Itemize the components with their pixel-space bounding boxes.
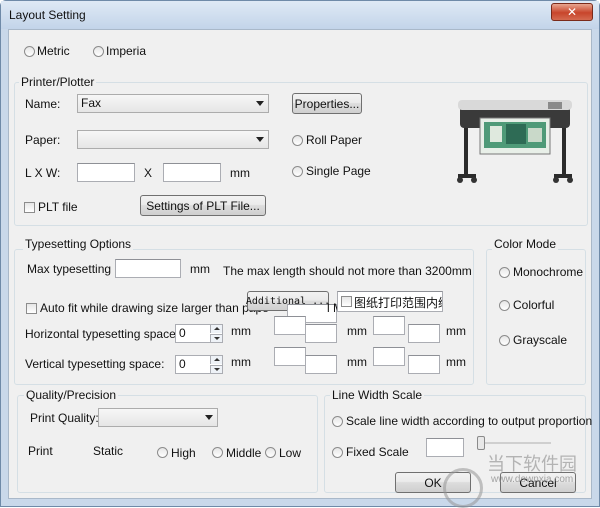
grayscale-label: Grayscale <box>513 333 568 347</box>
shrink-print-checkbox[interactable] <box>341 296 352 307</box>
watermark-url: www.downxia.com <box>491 474 574 485</box>
static-label: Static <box>93 444 124 458</box>
imperial-label: Imperia <box>106 44 147 58</box>
autofit-label: Auto fit while drawing size larger than … <box>40 301 269 315</box>
chevron-down-icon <box>205 415 213 420</box>
horizontal-space-stepper[interactable]: 0 <box>175 324 223 343</box>
vertical-space-unit: mm <box>231 355 251 369</box>
shrink-print-field[interactable]: 图纸打印范围内缩 <box>337 291 443 312</box>
high-radio[interactable] <box>157 447 168 458</box>
max-typesetting-input[interactable] <box>115 259 181 278</box>
printer-name-select[interactable]: Fax <box>77 94 269 113</box>
title-bar[interactable]: Layout Setting ✕ <box>1 1 599 29</box>
line-width-group-title: Line Width Scale <box>330 388 425 402</box>
single-page-radio[interactable] <box>292 166 303 177</box>
fixed-scale-label: Fixed Scale <box>346 445 409 459</box>
window-title: Layout Setting <box>9 8 86 22</box>
metric-label: Metric <box>37 44 70 58</box>
horizontal-extra-input-4[interactable] <box>408 324 440 343</box>
scale-slider-track[interactable] <box>485 442 551 444</box>
max-length-note: The max length should not more than 3200… <box>223 264 472 278</box>
typesetting-group-title: Typesetting Options <box>23 237 134 251</box>
properties-button[interactable]: Properties... <box>292 93 362 114</box>
proportion-label: Scale line width according to output pro… <box>346 414 593 428</box>
horizontal-extra-unit-1: mm <box>347 324 367 338</box>
printer-name-value: Fax <box>81 96 102 110</box>
roll-paper-radio[interactable] <box>292 135 303 146</box>
monochrome-radio[interactable] <box>499 267 510 278</box>
stepper-up-icon[interactable] <box>210 356 222 364</box>
width-input[interactable] <box>163 163 221 182</box>
fixed-scale-input[interactable] <box>426 438 464 457</box>
dialog-body: Metric Imperia Printer/Plotter Name: Fax… <box>8 29 593 508</box>
middle-radio[interactable] <box>212 447 223 458</box>
autofit-checkbox[interactable] <box>26 303 37 314</box>
vertical-extra-unit-2: mm <box>446 355 466 369</box>
vertical-extra-input-1[interactable] <box>274 347 306 366</box>
horizontal-extra-unit-2: mm <box>446 324 466 338</box>
horizontal-space-label: Horizontal typesetting space: <box>25 327 180 341</box>
stepper-up-icon[interactable] <box>210 325 222 333</box>
lxw-label: L X W: <box>25 166 61 180</box>
watermark-logo-icon <box>443 468 483 508</box>
low-radio[interactable] <box>265 447 276 458</box>
horizontal-extra-input-1[interactable] <box>274 316 306 335</box>
vertical-space-stepper[interactable]: 0 <box>175 355 223 374</box>
watermark-text: 当下软件园 <box>487 454 577 474</box>
single-page-label: Single Page <box>306 164 371 178</box>
vertical-extra-unit-1: mm <box>347 355 367 369</box>
plotter-image <box>457 100 573 183</box>
stepper-down-icon[interactable] <box>210 334 222 342</box>
imperial-radio[interactable] <box>93 46 104 57</box>
horizontal-extra-input-3[interactable] <box>373 316 405 335</box>
vertical-extra-input-4[interactable] <box>408 355 440 374</box>
shrink-print-label: 图纸打印范围内缩 <box>354 296 443 310</box>
chevron-down-icon <box>256 137 264 142</box>
print-label: Print <box>28 444 53 458</box>
close-button[interactable]: ✕ <box>551 3 593 21</box>
x-label: X <box>144 166 153 180</box>
vertical-extra-input-2[interactable] <box>305 355 337 374</box>
vertical-space-label: Vertical typesetting space: <box>25 357 165 371</box>
color-mode-group-title: Color Mode <box>492 237 559 251</box>
middle-label: Middle <box>226 446 262 460</box>
scale-slider-thumb[interactable] <box>477 436 485 450</box>
stepper-down-icon[interactable] <box>210 365 222 373</box>
grayscale-radio[interactable] <box>499 335 510 346</box>
plt-file-checkbox[interactable] <box>24 202 35 213</box>
printer-group-title: Printer/Plotter <box>19 75 97 89</box>
high-label: High <box>171 446 196 460</box>
monochrome-label: Monochrome <box>513 265 584 279</box>
metric-radio[interactable] <box>24 46 35 57</box>
print-quality-select[interactable] <box>98 408 218 427</box>
name-label: Name: <box>25 97 61 111</box>
plt-settings-button[interactable]: Settings of PLT File... <box>140 195 266 216</box>
layout-setting-dialog: Layout Setting ✕ Metric Imperia Printer/… <box>0 0 600 508</box>
proportion-radio[interactable] <box>332 416 343 427</box>
length-input[interactable] <box>77 163 135 182</box>
plt-file-label: PLT file <box>38 200 78 214</box>
max-typesetting-unit: mm <box>190 262 210 276</box>
colorful-radio[interactable] <box>499 300 510 311</box>
max-typesetting-label: Max typesetting <box>27 262 112 276</box>
fixed-scale-radio[interactable] <box>332 447 343 458</box>
chevron-down-icon <box>256 101 264 106</box>
vertical-space-value: 0 <box>179 357 186 371</box>
horizontal-extra-input-2[interactable] <box>305 324 337 343</box>
horizontal-space-unit: mm <box>231 324 251 338</box>
horizontal-space-value: 0 <box>179 326 186 340</box>
paper-select[interactable] <box>77 130 269 149</box>
vertical-extra-input-3[interactable] <box>373 347 405 366</box>
print-quality-label: Print Quality: <box>30 411 99 425</box>
low-label: Low <box>279 446 302 460</box>
colorful-label: Colorful <box>513 298 555 312</box>
roll-paper-label: Roll Paper <box>306 133 363 147</box>
quality-group-title: Quality/Precision <box>24 388 119 402</box>
lxw-unit-label: mm <box>230 166 250 180</box>
paper-label: Paper: <box>25 133 61 147</box>
